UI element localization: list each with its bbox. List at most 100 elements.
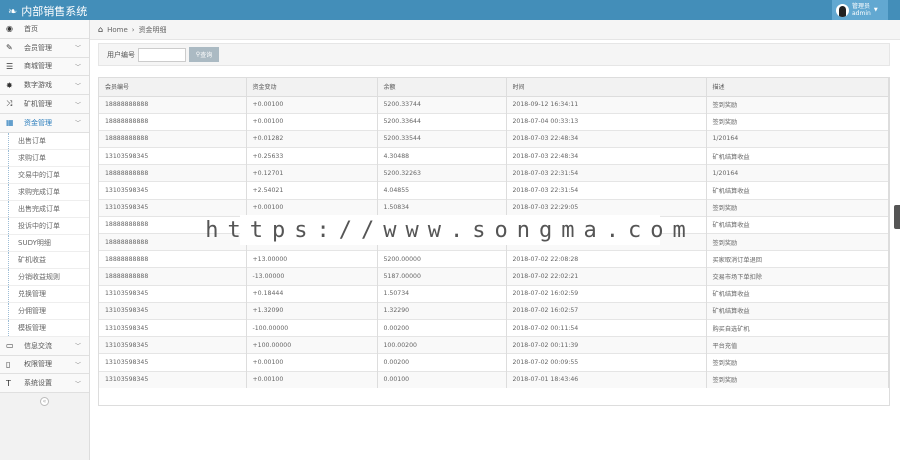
breadcrumb-home[interactable]: Home: [107, 26, 128, 34]
user-menu[interactable]: 管理员 admin ▼: [832, 0, 888, 20]
sidebar-subitem[interactable]: 求购完成订单: [0, 183, 89, 201]
table-cell: 2018-09-12 16:34:11: [506, 95, 707, 114]
column-header[interactable]: 会员编号: [99, 78, 247, 97]
table-cell: +0.00100: [246, 370, 378, 389]
sidebar-subitem[interactable]: 分销收益规则: [0, 268, 89, 286]
table-cell: 13103598345: [99, 318, 247, 337]
breadcrumb-current: 资金明细: [138, 25, 167, 34]
sidebar-item-label: 系统设置: [24, 379, 52, 388]
side-panel-handle[interactable]: [894, 205, 900, 229]
table-row: 13103598345 +0.18444 1.50734 2018-07-02 16:…: [99, 284, 889, 303]
table-row: 13103598345 +100.00000 100.00200 2018-07-02…: [99, 336, 889, 354]
table-cell: 18888888888: [99, 267, 247, 286]
sidebar-item-shuffle[interactable]: ⤨ 矿机管理 ﹀: [0, 95, 89, 114]
sidebar-subitem[interactable]: 投诉中的订单: [0, 217, 89, 235]
table-cell: 2018-07-03 22:48:34: [506, 147, 707, 165]
table-cell: 平台充值: [706, 336, 889, 354]
table-row: 18888888888 +0.01282 5200.33544 2018-07-03 …: [99, 129, 889, 148]
shuffle-icon: ⤨: [6, 99, 13, 109]
breadcrumb: ⌂ Home › 资金明细: [90, 20, 900, 40]
sidebar-item-label: 商城管理: [24, 62, 52, 71]
table-cell: 5200.33644: [377, 112, 507, 131]
table-cell: +0.00100: [246, 198, 378, 217]
table-row: 13103598345 -100.00000 0.00200 2018-07-02 0…: [99, 318, 889, 337]
table-cell: 2018-07-02 16:02:59: [506, 284, 707, 303]
chevron-down-icon: ﹀: [74, 380, 81, 388]
dashboard-icon: ◉: [6, 24, 13, 34]
table-cell: +0.12701: [246, 164, 378, 182]
table-cell: 5200.33744: [377, 95, 507, 114]
sidebar-item-label: 权限管理: [24, 360, 52, 369]
sidebar-item-desktop[interactable]: ▭ 信息交流 ﹀: [0, 336, 89, 356]
sidebar-item-label: 会员管理: [24, 43, 52, 52]
table-cell: +0.18444: [246, 284, 378, 303]
table-cell: 13103598345: [99, 370, 247, 389]
sidebar-item-list[interactable]: ☰ 商城管理 ﹀: [0, 57, 89, 77]
collapse-sidebar-icon[interactable]: «: [40, 397, 49, 407]
table-cell: 2018-07-01 18:43:46: [506, 370, 707, 389]
table-cell: 13103598345: [99, 181, 247, 200]
table-row: 13103598345 +2.54021 4.04855 2018-07-03 22:…: [99, 181, 889, 200]
table-cell: 2018-07-02 16:02:57: [506, 301, 707, 320]
column-header[interactable]: 余额: [377, 78, 507, 97]
file-icon: ▯: [6, 359, 11, 369]
sidebar-item-text[interactable]: T 系统设置 ﹀: [0, 374, 89, 394]
sidebar-item-dashboard[interactable]: ◉ 首页: [0, 20, 89, 39]
sidebar-subitem[interactable]: 分佣管理: [0, 302, 89, 320]
table-cell: 矿机结算收益: [706, 215, 889, 234]
sidebar-item-calendar[interactable]: ▦ 资金管理 ﹀: [0, 113, 89, 133]
sidebar-item-star[interactable]: ✸ 数字游戏 ﹀: [0, 76, 89, 96]
table-cell: 矿机结算收益: [706, 284, 889, 303]
table-cell: 2018-07-03 22:29:05: [506, 198, 707, 217]
app-title: 内部销售系统: [21, 5, 88, 18]
search-button[interactable]: ⚲ 查询: [189, 47, 219, 62]
sidebar-subitem[interactable]: 矿机收益: [0, 251, 89, 269]
sidebar-item-file[interactable]: ▯ 权限管理 ﹀: [0, 355, 89, 375]
table-row: 13103598345 +0.00100 0.00100 2018-07-01 18:…: [99, 370, 889, 389]
table-cell: 4.04855: [377, 181, 507, 200]
sidebar-item-edit[interactable]: ✎ 会员管理 ﹀: [0, 38, 89, 58]
table-cell: 0.00200: [377, 318, 507, 337]
table-row: 18888888888 -13.00000 5187.00000 2018-07-02…: [99, 267, 889, 286]
table-cell: 1.32290: [377, 301, 507, 320]
sidebar-subitem[interactable]: 模板管理: [0, 319, 89, 337]
star-icon: ✸: [6, 80, 13, 90]
table-cell: 13103598345: [99, 301, 247, 320]
table-cell: 13103598345: [99, 198, 247, 217]
table-cell: 1.50734: [377, 284, 507, 303]
sidebar-subitem[interactable]: 兑换管理: [0, 285, 89, 303]
chevron-right-icon: ›: [131, 25, 135, 34]
user-id-input[interactable]: [138, 47, 186, 62]
table-cell: 签到奖励: [706, 232, 889, 251]
table-cell: +0.00100: [246, 112, 378, 131]
table-cell: +0.25633: [246, 147, 378, 165]
table-row: 13103598345 +1.32090 1.32290 2018-07-02 16:…: [99, 301, 889, 320]
chevron-down-icon: ﹀: [74, 361, 81, 369]
chevron-down-icon: ﹀: [74, 120, 81, 128]
edit-icon: ✎: [6, 43, 13, 53]
sidebar-subitem[interactable]: 交易中的订单: [0, 166, 89, 184]
table-cell: +0.00100: [246, 353, 378, 371]
chevron-down-icon: ﹀: [74, 82, 81, 90]
table-row: 18888888888 +0.00100 5200.33644 2018-07-04 …: [99, 112, 889, 131]
sidebar-subitem[interactable]: SUDY明细: [0, 234, 89, 252]
user-id-label: 用户编号: [107, 50, 135, 59]
table-row: 18888888888 +0.00100 5200.33744 2018-09-12 …: [99, 95, 889, 114]
sidebar-subitem[interactable]: 出售完成订单: [0, 200, 89, 218]
desktop-icon: ▭: [6, 341, 14, 351]
sidebar-subitem[interactable]: 出售订单: [0, 132, 89, 150]
sidebar-item-label: 首页: [24, 24, 38, 33]
table-cell: 矿机结算收益: [706, 147, 889, 165]
column-header[interactable]: 描述: [706, 78, 889, 97]
table-cell: +0.00100: [246, 95, 378, 114]
table-cell: +13.00000: [246, 250, 378, 268]
table-cell: 1/20164: [706, 164, 889, 182]
brand[interactable]: ❧ 内部销售系统: [8, 3, 87, 19]
table-cell: 签到奖励: [706, 112, 889, 131]
sidebar-subitem[interactable]: 求购订单: [0, 149, 89, 167]
column-header[interactable]: 时间: [506, 78, 707, 97]
column-header[interactable]: 资金变动: [246, 78, 378, 97]
table-cell: 13103598345: [99, 284, 247, 303]
sidebar-item-label: 数字游戏: [24, 81, 52, 90]
table-cell: 1.50834: [377, 198, 507, 217]
